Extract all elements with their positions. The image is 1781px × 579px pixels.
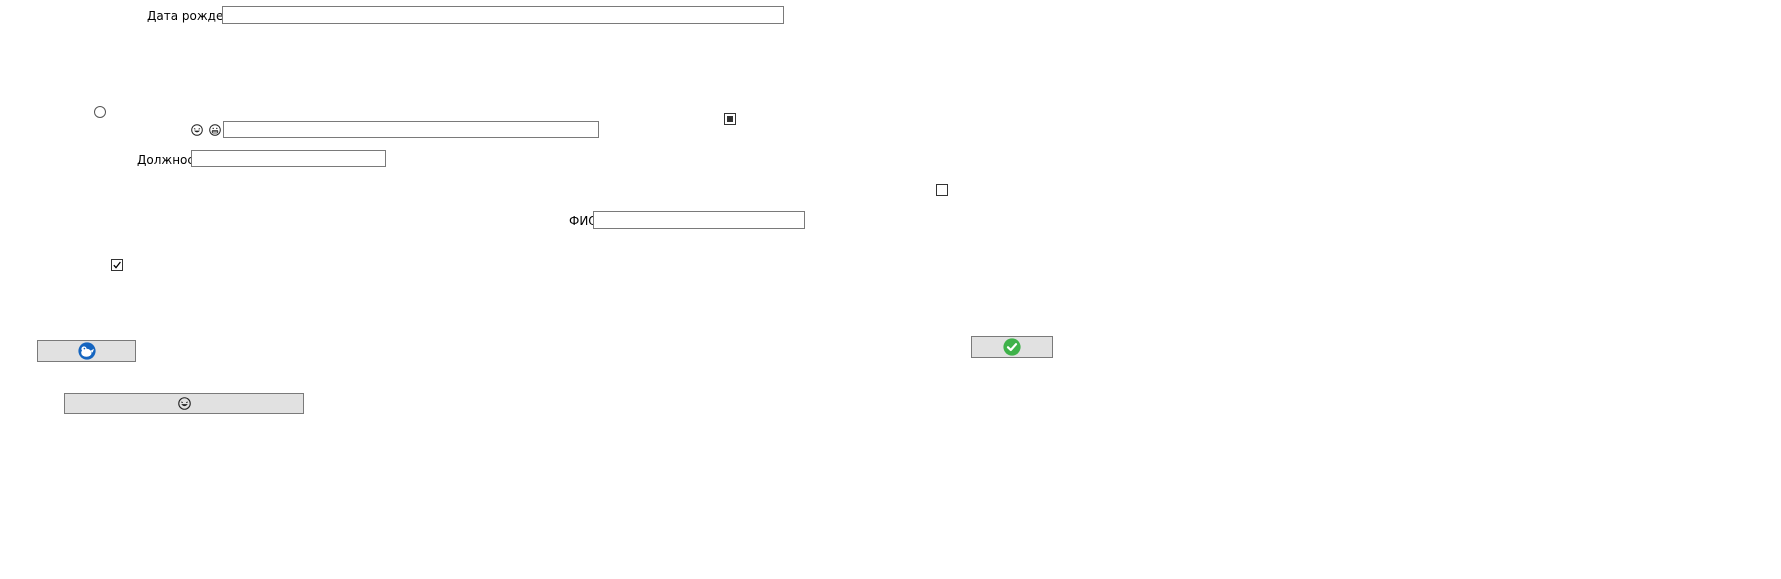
emoji-field[interactable] — [223, 121, 599, 138]
emoji-button[interactable] — [64, 393, 304, 414]
green-check-icon — [1003, 338, 1021, 356]
radio-button[interactable] — [94, 106, 106, 118]
grinning-face-icon — [209, 124, 221, 136]
laughing-face-icon — [177, 397, 191, 410]
logo-button[interactable] — [37, 340, 136, 362]
laughing-face-icon — [191, 124, 203, 136]
birth-date-field[interactable] — [222, 6, 784, 24]
fio-field[interactable] — [593, 211, 805, 229]
indeterminate-mark — [727, 116, 733, 122]
checked-checkbox[interactable] — [111, 259, 123, 271]
checkmark-icon — [113, 261, 121, 269]
indeterminate-checkbox[interactable] — [724, 113, 736, 125]
position-field[interactable] — [191, 150, 386, 167]
confirm-button[interactable] — [971, 336, 1053, 358]
penguin-logo-icon — [77, 342, 96, 360]
empty-checkbox[interactable] — [936, 184, 948, 196]
